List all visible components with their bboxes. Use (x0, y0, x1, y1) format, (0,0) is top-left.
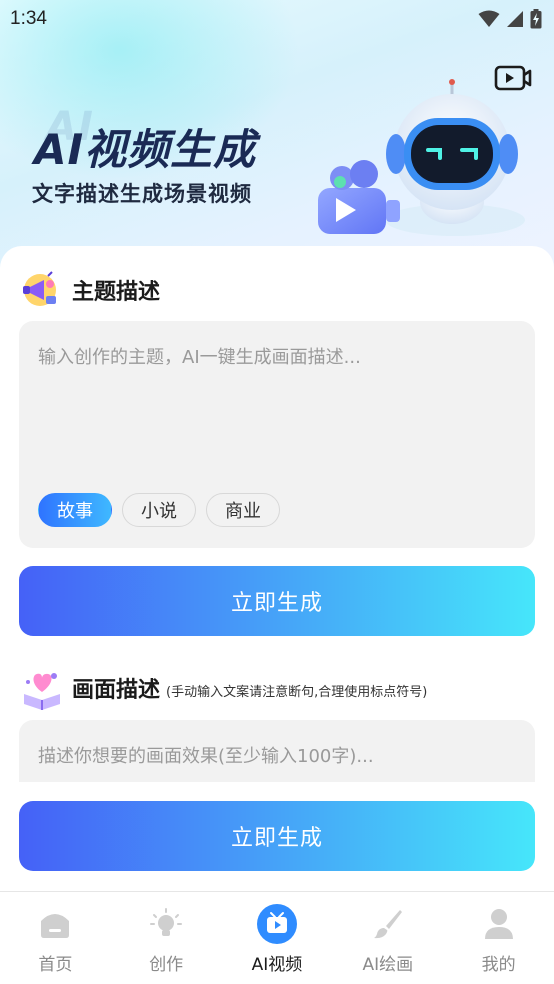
nav-label-profile: 我的 (481, 955, 516, 975)
topic-input-placeholder: 输入创作的主题，AI一键生成画面描述... (38, 347, 361, 368)
robot-mascot-illustration (318, 79, 525, 236)
content-card: 主题描述 输入创作的主题，AI一键生成画面描述... 故事 小说 商业 立即生成… (0, 246, 554, 891)
scene-section-header: 画面描述 (手动输入文案请注意断句,合理使用标点符号) (20, 666, 427, 710)
battery-icon (530, 9, 542, 29)
video-record-icon (494, 65, 532, 91)
video-record-button[interactable] (494, 64, 532, 92)
lightbulb-icon (150, 908, 183, 936)
wifi-icon (478, 10, 500, 27)
topic-input[interactable]: 输入创作的主题，AI一键生成画面描述... 故事 小说 商业 (19, 321, 535, 548)
scene-section-note: (手动输入文案请注意断句,合理使用标点符号) (166, 684, 428, 700)
scene-generate-button[interactable]: 立即生成 (19, 801, 535, 871)
scene-input-placeholder: 描述你想要的画面效果(至少输入100字)... (38, 746, 374, 767)
nav-label-ai-video: AI视频 (251, 955, 303, 975)
nav-item-ai-video[interactable]: AI视频 (222, 892, 332, 975)
chip-business[interactable]: 商业 (206, 493, 280, 527)
topic-chip-row: 故事 小说 商业 (38, 493, 280, 527)
hero-banner: 1:34 AI AI视频生成 文字描述生成场景视频 (0, 0, 554, 270)
status-time: 1:34 (10, 8, 47, 29)
nav-item-home[interactable]: 首页 (0, 892, 110, 975)
status-icons (478, 9, 542, 29)
topic-generate-button[interactable]: 立即生成 (19, 566, 535, 636)
video-play-icon (256, 904, 297, 944)
topic-section-title: 主题描述 (72, 280, 161, 305)
hero-title: AI视频生成 (34, 125, 257, 174)
topic-section-header: 主题描述 (20, 270, 160, 310)
status-bar: 1:34 (0, 0, 554, 38)
home-icon (41, 914, 70, 938)
nav-label-ai-painting: AI绘画 (362, 955, 414, 975)
scene-input[interactable]: 描述你想要的画面效果(至少输入100字)... (19, 720, 535, 782)
megaphone-icon (23, 271, 56, 306)
nav-item-create[interactable]: 创作 (111, 892, 221, 975)
nav-label-home: 首页 (38, 955, 73, 975)
signal-icon (507, 11, 523, 27)
heart-book-icon (24, 673, 60, 710)
chip-story[interactable]: 故事 (38, 493, 112, 527)
nav-label-create: 创作 (149, 955, 184, 975)
nav-item-ai-painting[interactable]: AI绘画 (333, 892, 443, 975)
scene-section-title: 画面描述 (72, 678, 161, 703)
person-icon (484, 909, 513, 939)
paintbrush-icon (373, 910, 402, 939)
chip-novel[interactable]: 小说 (122, 493, 196, 527)
hero-subtitle: 文字描述生成场景视频 (32, 182, 252, 206)
nav-item-profile[interactable]: 我的 (444, 892, 554, 975)
bottom-nav: 首页 创作 AI视频 AI绘画 我的 (0, 891, 554, 984)
